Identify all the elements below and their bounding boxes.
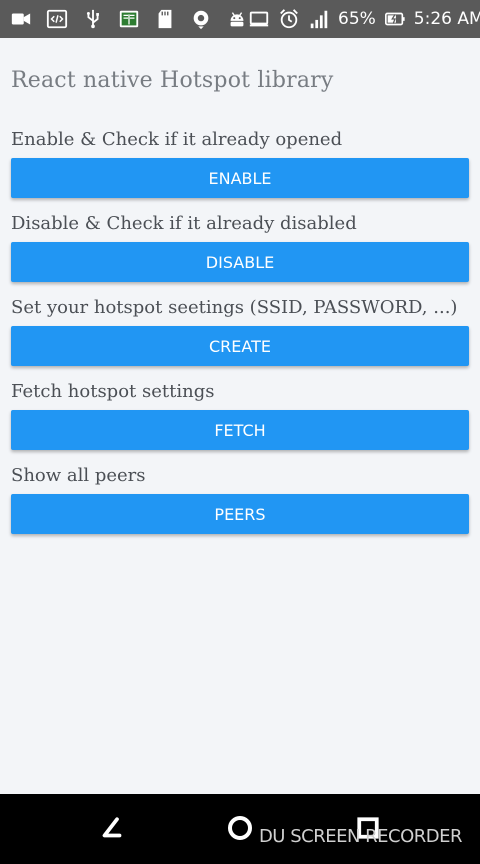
home-icon[interactable] [222, 810, 258, 846]
fetch-button[interactable]: FETCH [11, 410, 469, 450]
create-label: Set your hotspot seetings (SSID, PASSWOR… [11, 297, 458, 318]
navigation-bar: DU SCREEN RECORDER [0, 794, 480, 864]
disable-label: Disable & Check if it already disabled [11, 213, 357, 234]
enable-label: Enable & Check if it already opened [11, 129, 343, 150]
alarm-icon [278, 8, 300, 30]
peers-label: Show all peers [11, 465, 146, 486]
video-icon [10, 8, 32, 30]
android-icon [226, 8, 248, 30]
book-icon [118, 8, 140, 30]
signal-icon [308, 8, 330, 30]
app-content: React native Hotspot library Enable & Ch… [0, 38, 480, 794]
page-title: React native Hotspot library [11, 68, 334, 93]
clock: 5:26 AM [413, 9, 480, 29]
status-bar: 65% 5:26 AM [0, 0, 480, 38]
enable-button[interactable]: ENABLE [11, 158, 469, 198]
code-icon [46, 8, 68, 30]
screen-recorder-watermark: DU SCREEN RECORDER [258, 826, 463, 847]
peers-button[interactable]: PEERS [11, 494, 469, 534]
battery-charging-icon [384, 8, 406, 30]
fetch-label: Fetch hotspot settings [11, 381, 215, 402]
back-icon[interactable] [94, 810, 130, 846]
battery-percent: 65% [338, 9, 376, 29]
cast-icon [248, 8, 270, 30]
phone-screen: 65% 5:26 AM React native Hotspot library… [0, 0, 480, 864]
create-button[interactable]: CREATE [11, 326, 469, 366]
status-bar-system: 65% 5:26 AM [248, 8, 480, 30]
disable-button[interactable]: DISABLE [11, 242, 469, 282]
sd-card-icon [154, 8, 176, 30]
usb-icon [82, 8, 104, 30]
vpn-icon [190, 8, 212, 30]
status-bar-notifications [0, 8, 248, 30]
